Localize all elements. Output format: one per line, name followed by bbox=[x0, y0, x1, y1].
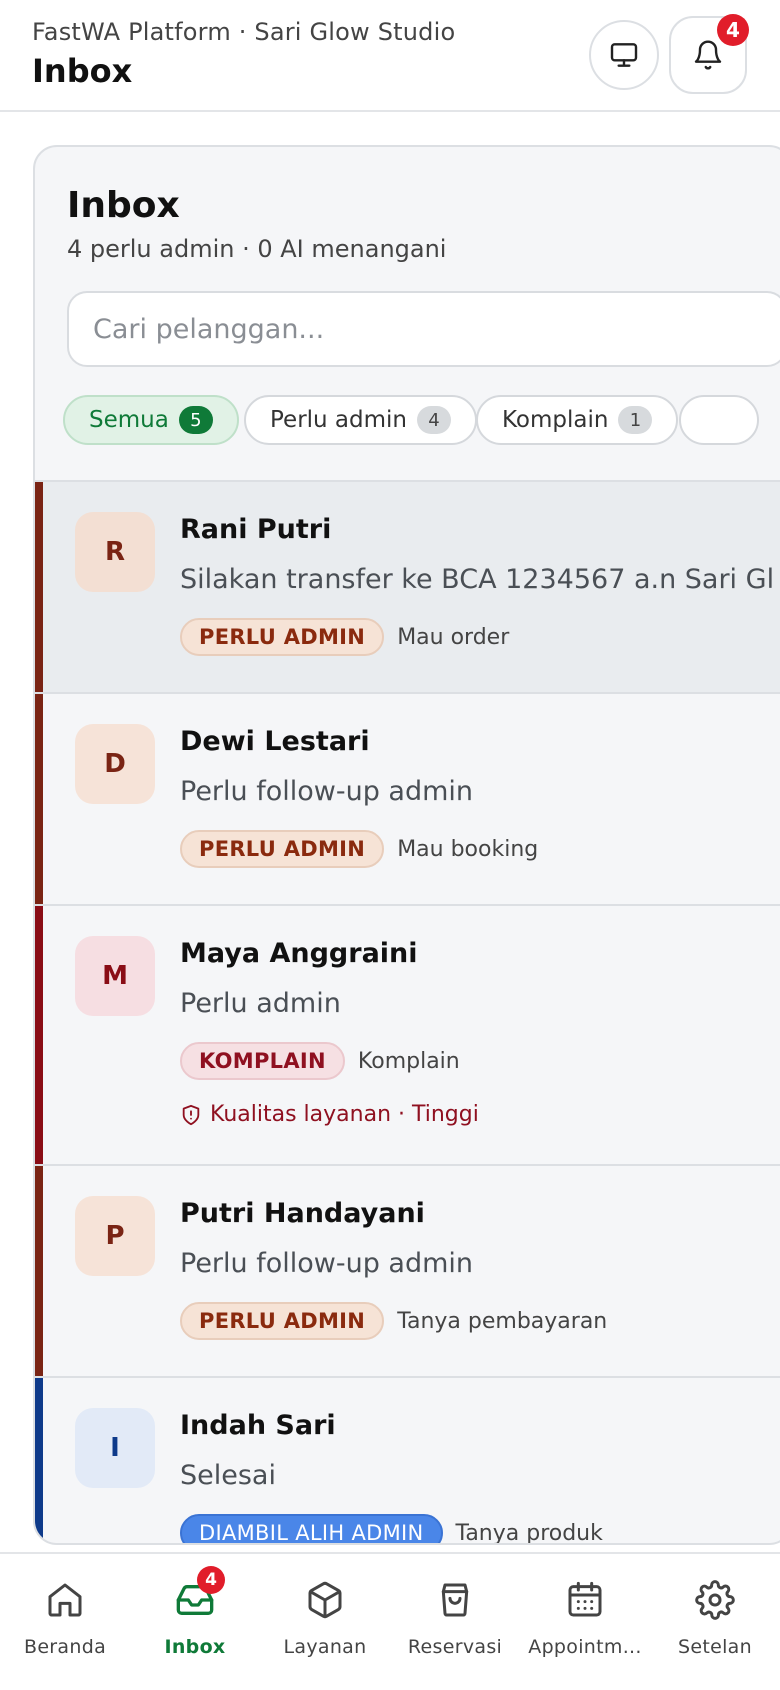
contact-name: Indah Sari bbox=[180, 1410, 336, 1441]
filter-chip-semua[interactable]: Semua 5 bbox=[63, 395, 239, 445]
inbox-summary: 4 perlu admin · 0 AI menangani bbox=[67, 235, 447, 263]
monitor-icon bbox=[610, 43, 638, 67]
contact-name: Putri Handayani bbox=[180, 1198, 425, 1229]
intent-label: Komplain bbox=[357, 1048, 460, 1074]
avatar: I bbox=[75, 1408, 155, 1488]
notifications-button[interactable]: 4 bbox=[669, 14, 749, 94]
message-preview: Silakan transfer ke BCA 1234567 a.n Sari… bbox=[180, 564, 775, 595]
shield-alert-icon bbox=[182, 1104, 200, 1125]
filter-chip-label: Komplain bbox=[502, 407, 609, 433]
bottom-nav: Beranda 4 Inbox Layanan Reservasi Appoin… bbox=[0, 1552, 780, 1690]
nav-appointment[interactable]: Appointm... bbox=[520, 1554, 650, 1690]
header-subtitle: FastWA Platform · Sari Glow Studio bbox=[32, 18, 456, 46]
nav-layanan[interactable]: Layanan bbox=[260, 1554, 390, 1690]
desktop-view-button[interactable] bbox=[589, 20, 659, 90]
nav-label: Appointm... bbox=[528, 1636, 642, 1658]
message-preview: Perlu follow-up admin bbox=[180, 776, 474, 807]
conversation-row[interactable]: P Putri Handayani Perlu follow-up admin … bbox=[35, 1166, 780, 1378]
filter-chip-count: 5 bbox=[178, 406, 213, 434]
filter-chip-label: Perlu admin bbox=[270, 407, 408, 433]
status-badge: KOMPLAIN bbox=[180, 1042, 345, 1080]
filter-chip-perlu-admin[interactable]: Perlu admin 4 bbox=[244, 395, 478, 445]
home-icon bbox=[48, 1583, 82, 1617]
app-header: FastWA Platform · Sari Glow Studio Inbox… bbox=[0, 0, 780, 112]
status-bar bbox=[35, 906, 43, 1164]
avatar: D bbox=[75, 724, 155, 804]
complaint-risk: Kualitas layanan · Tinggi bbox=[180, 1102, 479, 1127]
nav-beranda[interactable]: Beranda bbox=[0, 1554, 130, 1690]
status-badge: PERLU ADMIN bbox=[180, 830, 385, 868]
message-preview: Perlu admin bbox=[180, 988, 341, 1019]
contact-name: Rani Putri bbox=[180, 514, 332, 545]
intent-label: Tanya produk bbox=[455, 1520, 603, 1545]
status-badge: DIAMBIL ALIH ADMIN bbox=[180, 1514, 443, 1543]
notification-badge: 4 bbox=[717, 14, 749, 46]
bell-icon bbox=[694, 40, 722, 70]
nav-inbox[interactable]: 4 Inbox bbox=[130, 1554, 260, 1690]
shopping-bag-icon bbox=[441, 1583, 469, 1617]
conversation-list: R Rani Putri Silakan transfer ke BCA 123… bbox=[35, 480, 780, 1545]
gear-icon bbox=[695, 1580, 735, 1620]
nav-label: Reservasi bbox=[407, 1636, 503, 1658]
status-bar bbox=[35, 694, 43, 904]
filter-chip-komplain[interactable]: Komplain 1 bbox=[476, 395, 679, 445]
calendar-icon bbox=[568, 1581, 602, 1617]
filter-chip-more[interactable] bbox=[679, 395, 759, 445]
conversation-row[interactable]: R Rani Putri Silakan transfer ke BCA 123… bbox=[35, 482, 780, 694]
complaint-risk-text: Kualitas layanan · Tinggi bbox=[210, 1102, 479, 1127]
box-icon bbox=[308, 1581, 342, 1619]
intent-label: Mau booking bbox=[397, 836, 539, 862]
conversation-row[interactable]: M Maya Anggraini Perlu admin KOMPLAIN Ko… bbox=[35, 906, 780, 1166]
avatar: M bbox=[75, 936, 155, 1016]
status-bar bbox=[35, 1378, 43, 1543]
filter-chip-label: Semua bbox=[89, 407, 169, 433]
contact-name: Maya Anggraini bbox=[180, 938, 418, 969]
status-badge: PERLU ADMIN bbox=[180, 618, 385, 656]
nav-label: Layanan bbox=[283, 1636, 367, 1658]
inbox-title: Inbox bbox=[67, 185, 180, 226]
nav-reservasi[interactable]: Reservasi bbox=[390, 1554, 520, 1690]
message-preview: Perlu follow-up admin bbox=[180, 1248, 474, 1279]
status-badge: PERLU ADMIN bbox=[180, 1302, 385, 1340]
filter-chip-count: 4 bbox=[417, 406, 452, 434]
nav-setelan[interactable]: Setelan bbox=[650, 1554, 780, 1690]
intent-label: Tanya pembayaran bbox=[397, 1308, 608, 1334]
nav-label: Setelan bbox=[678, 1636, 752, 1658]
avatar: R bbox=[75, 512, 155, 592]
conversation-row[interactable]: I Indah Sari Selesai DIAMBIL ALIH ADMIN … bbox=[35, 1378, 780, 1545]
filter-chip-count: 1 bbox=[618, 406, 653, 434]
page-title: Inbox bbox=[32, 52, 133, 90]
intent-label: Mau order bbox=[397, 624, 510, 650]
nav-label: Beranda bbox=[23, 1636, 107, 1658]
inbox-badge: 4 bbox=[197, 1566, 225, 1594]
nav-label: Inbox bbox=[164, 1636, 226, 1658]
inbox-card: Inbox 4 perlu admin · 0 AI menangani Sem… bbox=[33, 145, 780, 1545]
contact-name: Dewi Lestari bbox=[180, 726, 370, 757]
conversation-row[interactable]: D Dewi Lestari Perlu follow-up admin PER… bbox=[35, 694, 780, 906]
status-bar bbox=[35, 482, 43, 692]
search-input[interactable] bbox=[67, 291, 780, 367]
avatar: P bbox=[75, 1196, 155, 1276]
status-bar bbox=[35, 1166, 43, 1376]
message-preview: Selesai bbox=[180, 1460, 276, 1491]
